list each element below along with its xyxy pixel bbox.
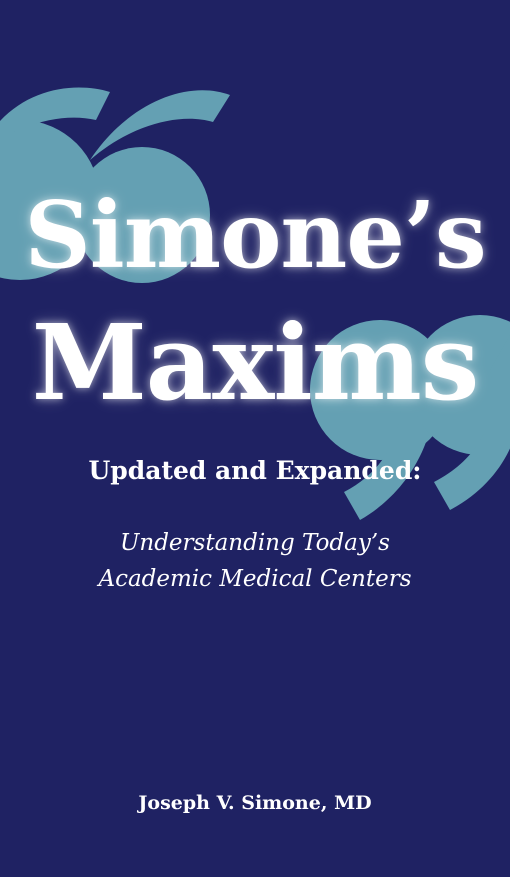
book-cover: Simone’s Maxims Updated and Expanded: Un… bbox=[0, 0, 510, 877]
book-title-line-1: Simone’s bbox=[24, 181, 486, 289]
book-tagline-line-2: Academic Medical Centers bbox=[98, 566, 412, 592]
book-subtitle: Updated and Expanded: bbox=[88, 456, 422, 485]
book-title-line-2: Maxims bbox=[31, 301, 480, 424]
book-author: Joseph V. Simone, MD bbox=[138, 792, 372, 814]
quotation-mark-icon bbox=[0, 87, 510, 520]
book-tagline-line-1: Understanding Today’s bbox=[120, 530, 390, 556]
